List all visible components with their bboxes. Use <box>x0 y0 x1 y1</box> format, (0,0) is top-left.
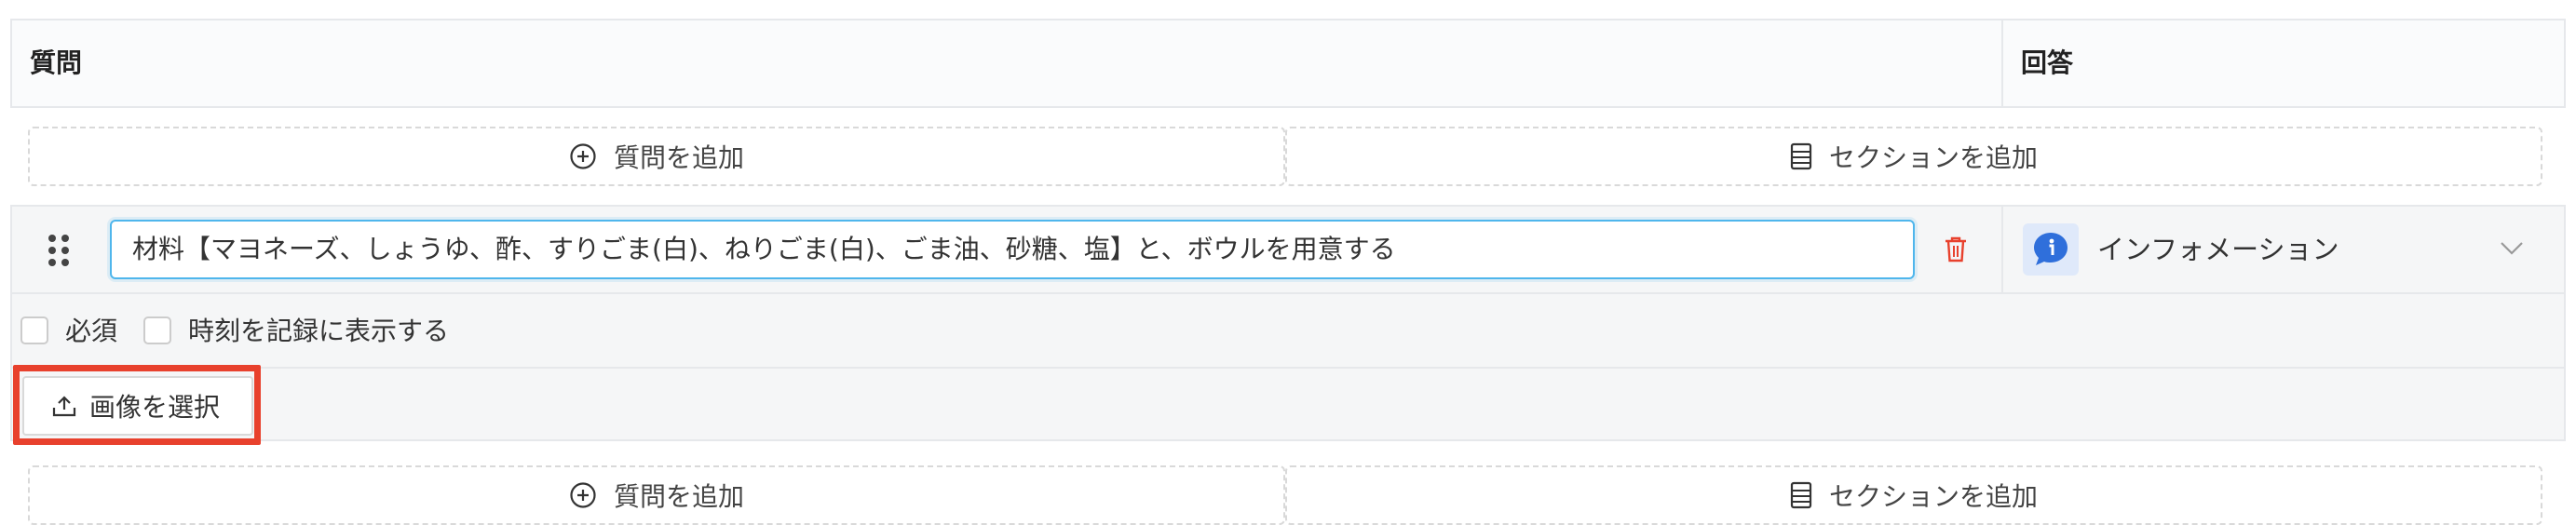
trash-icon[interactable] <box>1945 236 1967 262</box>
section-icon <box>1790 481 1812 509</box>
add-section-button[interactable]: セクションを追加 <box>1285 127 2542 186</box>
drag-handle-icon[interactable] <box>48 235 73 266</box>
add-question-label: 質問を追加 <box>613 142 744 173</box>
question-column-header: 質問 <box>30 47 83 78</box>
row-separator <box>10 292 2566 294</box>
plus-circle-icon <box>569 142 597 170</box>
answer-column-header: 回答 <box>2021 47 2074 78</box>
show-time-label: 時刻を記録に表示する <box>188 316 450 346</box>
answer-type-label: インフォメーション <box>2097 234 2339 265</box>
info-chat-icon <box>2023 223 2079 276</box>
add-section-button[interactable]: セクションを追加 <box>1285 465 2542 525</box>
add-question-label: 質問を追加 <box>613 481 744 512</box>
header-divider <box>2001 19 2003 108</box>
row-separator <box>10 367 2566 369</box>
add-section-label: セクションを追加 <box>1828 142 2038 173</box>
required-checkbox[interactable] <box>20 316 48 344</box>
add-section-label: セクションを追加 <box>1828 481 2038 512</box>
chevron-down-icon[interactable] <box>2500 238 2524 257</box>
show-time-checkbox[interactable] <box>143 316 171 344</box>
section-icon <box>1790 142 1812 170</box>
row-divider <box>2001 205 2003 294</box>
question-text-input[interactable]: 材料【マヨネーズ、しょうゆ、酢、すりごま(白)、ねりごま(白)、ごま油、砂糖、塩… <box>110 220 1915 279</box>
add-question-button[interactable]: 質問を追加 <box>28 127 1285 186</box>
add-question-button[interactable]: 質問を追加 <box>28 465 1285 525</box>
plus-circle-icon <box>569 481 597 509</box>
required-label: 必須 <box>65 316 118 346</box>
highlight-box <box>13 365 261 445</box>
table-header <box>10 19 2566 108</box>
